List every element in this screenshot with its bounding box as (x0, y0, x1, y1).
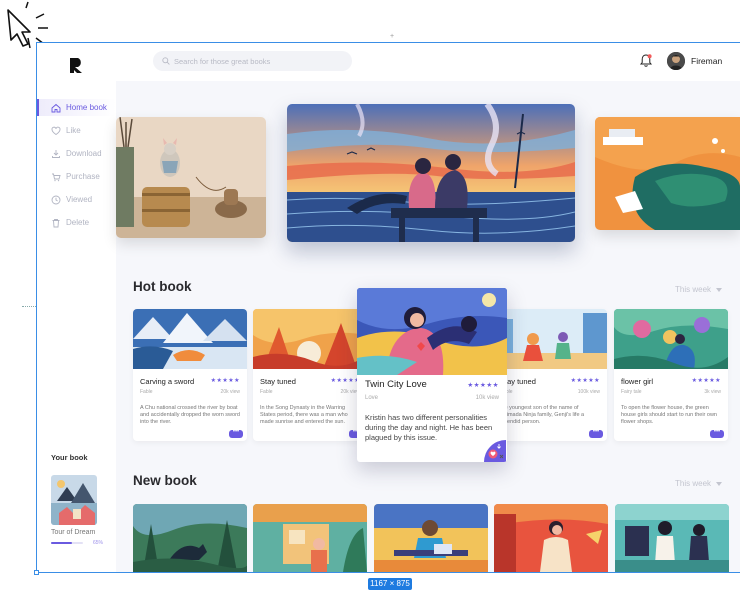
download-icon (52, 149, 60, 158)
clock-icon (51, 195, 61, 204)
resize-handle[interactable] (34, 570, 39, 575)
sidebar-item-label: Like (66, 126, 81, 135)
guide-marker: + (390, 33, 395, 40)
sidebar-item-label: Purchase (66, 172, 100, 181)
design-canvas: + Home book Like Download Purchase Viewe… (0, 0, 740, 600)
heart-icon (51, 126, 61, 135)
sidebar-item-label: Home book (66, 103, 107, 112)
selection-frame[interactable] (34, 42, 740, 575)
trash-icon (52, 218, 60, 227)
sidebar-item-label: Delete (66, 218, 90, 227)
dimension-badge: 1167 × 875 (368, 578, 412, 590)
home-icon (51, 103, 61, 112)
sidebar-item-label: Download (66, 149, 102, 158)
guide-line (22, 306, 36, 307)
cart-icon (52, 173, 61, 181)
sidebar-item-label: Viewed (66, 195, 93, 204)
